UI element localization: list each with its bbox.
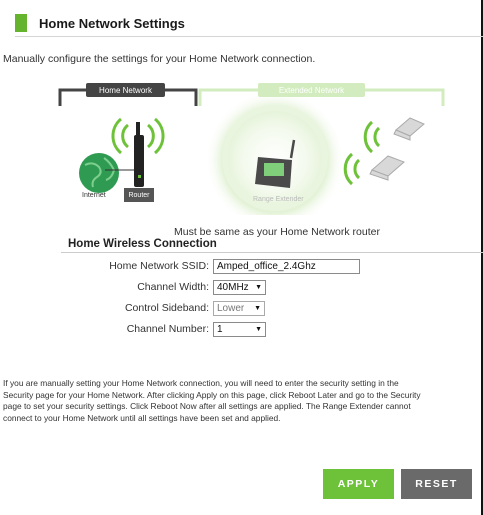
channel-width-row: Channel Width: 40MHz ▼ (0, 278, 266, 296)
channel-width-select[interactable]: 40MHz ▼ (213, 279, 266, 295)
intro-text: Manually configure the settings for your… (3, 53, 316, 65)
sideband-value: Lower (217, 302, 245, 314)
header-divider (15, 36, 483, 37)
chevron-down-icon: ▼ (254, 304, 261, 312)
ssid-label: Home Network SSID: (109, 260, 209, 272)
section-title: Home Wireless Connection (68, 238, 217, 250)
sideband-select[interactable]: Lower ▼ (213, 300, 265, 316)
sideband-label: Control Sideband: (124, 302, 209, 314)
range-extender-label: Range Extender (253, 196, 304, 203)
ssid-row: Home Network SSID: Amped_office_2.4Ghz (0, 257, 360, 275)
sideband-row: Control Sideband: Lower ▼ (0, 299, 265, 317)
apply-button[interactable]: APPLY (323, 469, 394, 499)
channel-number-value: 1 (217, 323, 223, 335)
channel-number-row: Channel Number: 1 ▼ (0, 320, 266, 338)
channel-width-label: Channel Width: (137, 281, 209, 293)
page-title: Home Network Settings (39, 15, 185, 31)
channel-number-select[interactable]: 1 ▼ (213, 321, 266, 337)
ssid-note: Must be same as your Home Network router (174, 226, 380, 238)
extended-network-label: Extended Network (258, 83, 365, 97)
page-header: Home Network Settings (15, 12, 185, 34)
ssid-input[interactable]: Amped_office_2.4Ghz (213, 258, 360, 274)
paragraph-line: Security page for your Home Network. Aft… (3, 389, 421, 400)
reset-button[interactable]: RESET (401, 469, 472, 499)
header-accent-square (15, 14, 27, 32)
paragraph-line: connect to your Home Network until all s… (3, 412, 281, 423)
channel-width-value: 40MHz (217, 281, 249, 293)
channel-number-label: Channel Number: (126, 323, 209, 335)
chevron-down-icon: ▼ (255, 325, 262, 333)
router-label: Router (124, 188, 154, 202)
home-network-label: Home Network (86, 83, 165, 97)
ssid-value: Amped_office_2.4Ghz (217, 260, 316, 272)
security-info-paragraph: If you are manually setting your Home Ne… (3, 378, 483, 424)
paragraph-line: If you are manually setting your Home Ne… (3, 378, 399, 388)
paragraph-line: page to set your security settings. Clic… (3, 401, 411, 411)
chevron-down-icon: ▼ (255, 283, 262, 291)
internet-label: Internet (82, 192, 106, 199)
section-divider (61, 252, 483, 253)
